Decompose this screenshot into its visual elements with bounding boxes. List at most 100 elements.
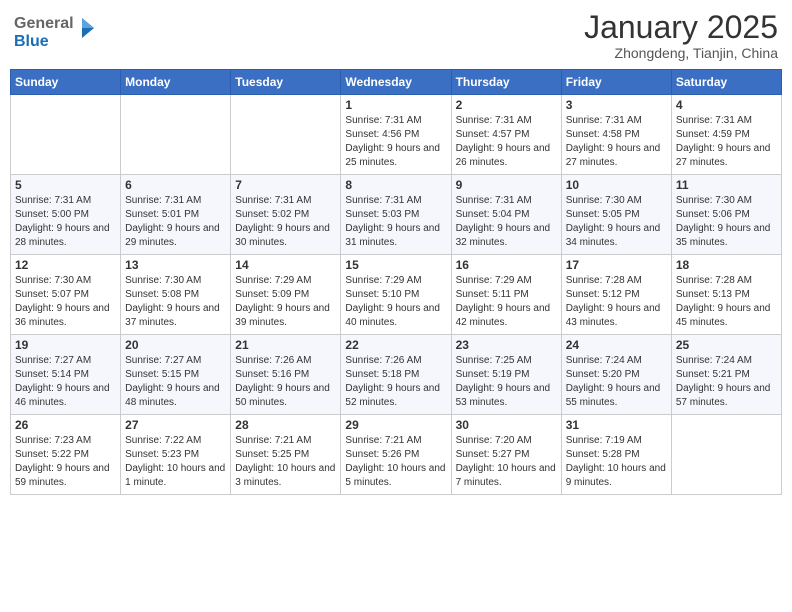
calendar-cell: 8Sunrise: 7:31 AMSunset: 5:03 PMDaylight… (341, 175, 451, 255)
calendar-cell (671, 415, 781, 495)
calendar-week-row: 26 Sunrise: 7:23 AMSunset: 5:22 PMDayligh… (11, 415, 782, 495)
day-info: Sunrise: 7:22 AMSunset: 5:23 PMDaylight:… (125, 434, 226, 490)
day-info: Sunrise: 7:20 AMSunset: 5:27 PMDaylight:… (456, 434, 557, 490)
calendar-cell: 20 Sunrise: 7:27 AMSunset: 5:15 PMDayligh… (121, 335, 231, 415)
calendar-cell: 13 Sunrise: 7:30 AMSunset: 5:08 PMDayligh… (121, 255, 231, 335)
day-info: Sunrise: 7:31 AMSunset: 4:56 PMDaylight:… (345, 114, 446, 170)
day-info: Sunrise: 7:30 AMSunset: 5:06 PMDaylight:… (676, 194, 777, 250)
calendar-cell: 14 Sunrise: 7:29 AMSunset: 5:09 PMDayligh… (231, 255, 341, 335)
day-info: Sunrise: 7:31 AMSunset: 5:03 PMDaylight:… (345, 194, 446, 250)
calendar-cell: 30Sunrise: 7:20 AMSunset: 5:27 PMDayligh… (451, 415, 561, 495)
day-info: Sunrise: 7:29 AMSunset: 5:09 PMDaylight:… (235, 274, 336, 330)
day-info: Sunrise: 7:23 AMSunset: 5:22 PMDaylight:… (15, 434, 116, 490)
month-title: January 2025 (584, 10, 778, 45)
page-header: General Blue January 2025 Zhongdeng, Tia… (10, 10, 782, 61)
calendar-cell: 26 Sunrise: 7:23 AMSunset: 5:22 PMDayligh… (11, 415, 121, 495)
day-number: 29 (345, 418, 446, 432)
calendar-cell: 11 Sunrise: 7:30 AMSunset: 5:06 PMDayligh… (671, 175, 781, 255)
location: Zhongdeng, Tianjin, China (584, 45, 778, 61)
day-info: Sunrise: 7:25 AMSunset: 5:19 PMDaylight:… (456, 354, 557, 410)
calendar-cell: 25 Sunrise: 7:24 AMSunset: 5:21 PMDayligh… (671, 335, 781, 415)
calendar-cell (231, 95, 341, 175)
day-info: Sunrise: 7:30 AMSunset: 5:08 PMDaylight:… (125, 274, 226, 330)
calendar-cell: 31 Sunrise: 7:19 AMSunset: 5:28 PMDayligh… (561, 415, 671, 495)
day-number: 16 (456, 258, 557, 272)
day-number: 13 (125, 258, 226, 272)
logo-text: General Blue (14, 10, 104, 57)
calendar-cell: 19 Sunrise: 7:27 AMSunset: 5:14 PMDayligh… (11, 335, 121, 415)
day-number: 18 (676, 258, 777, 272)
logo: General Blue (14, 10, 104, 57)
calendar-cell: 15Sunrise: 7:29 AMSunset: 5:10 PMDayligh… (341, 255, 451, 335)
calendar-table: Sunday Monday Tuesday Wednesday Thursday… (10, 69, 782, 495)
day-number: 21 (235, 338, 336, 352)
calendar-cell (121, 95, 231, 175)
day-info: Sunrise: 7:31 AMSunset: 5:01 PMDaylight:… (125, 194, 226, 250)
day-number: 25 (676, 338, 777, 352)
day-number: 1 (345, 98, 446, 112)
day-number: 27 (125, 418, 226, 432)
col-friday: Friday (561, 70, 671, 95)
day-number: 19 (15, 338, 116, 352)
calendar-cell: 5 Sunrise: 7:31 AMSunset: 5:00 PMDaylight… (11, 175, 121, 255)
day-number: 20 (125, 338, 226, 352)
svg-text:Blue: Blue (14, 33, 49, 50)
day-info: Sunrise: 7:30 AMSunset: 5:05 PMDaylight:… (566, 194, 667, 250)
calendar-cell: 2 Sunrise: 7:31 AMSunset: 4:57 PMDaylight… (451, 95, 561, 175)
day-number: 14 (235, 258, 336, 272)
day-number: 10 (566, 178, 667, 192)
day-number: 31 (566, 418, 667, 432)
day-info: Sunrise: 7:31 AMSunset: 4:58 PMDaylight:… (566, 114, 667, 170)
calendar-cell: 29 Sunrise: 7:21 AMSunset: 5:26 PMDayligh… (341, 415, 451, 495)
day-info: Sunrise: 7:19 AMSunset: 5:28 PMDaylight:… (566, 434, 667, 490)
day-info: Sunrise: 7:27 AMSunset: 5:14 PMDaylight:… (15, 354, 116, 410)
calendar-cell: 3 Sunrise: 7:31 AMSunset: 4:58 PMDaylight… (561, 95, 671, 175)
calendar-week-row: 12Sunrise: 7:30 AMSunset: 5:07 PMDayligh… (11, 255, 782, 335)
calendar-cell: 24 Sunrise: 7:24 AMSunset: 5:20 PMDayligh… (561, 335, 671, 415)
calendar-cell: 23Sunrise: 7:25 AMSunset: 5:19 PMDayligh… (451, 335, 561, 415)
calendar-cell: 6Sunrise: 7:31 AMSunset: 5:01 PMDaylight… (121, 175, 231, 255)
day-number: 4 (676, 98, 777, 112)
day-info: Sunrise: 7:27 AMSunset: 5:15 PMDaylight:… (125, 354, 226, 410)
calendar-cell: 22 Sunrise: 7:26 AMSunset: 5:18 PMDayligh… (341, 335, 451, 415)
day-number: 26 (15, 418, 116, 432)
calendar-cell: 4 Sunrise: 7:31 AMSunset: 4:59 PMDaylight… (671, 95, 781, 175)
day-info: Sunrise: 7:26 AMSunset: 5:16 PMDaylight:… (235, 354, 336, 410)
calendar-week-row: 5 Sunrise: 7:31 AMSunset: 5:00 PMDaylight… (11, 175, 782, 255)
day-info: Sunrise: 7:31 AMSunset: 4:57 PMDaylight:… (456, 114, 557, 170)
col-tuesday: Tuesday (231, 70, 341, 95)
calendar-cell: 16 Sunrise: 7:29 AMSunset: 5:11 PMDayligh… (451, 255, 561, 335)
calendar-cell: 27 Sunrise: 7:22 AMSunset: 5:23 PMDayligh… (121, 415, 231, 495)
calendar-cell: 9 Sunrise: 7:31 AMSunset: 5:04 PMDaylight… (451, 175, 561, 255)
day-info: Sunrise: 7:24 AMSunset: 5:20 PMDaylight:… (566, 354, 667, 410)
day-info: Sunrise: 7:28 AMSunset: 5:12 PMDaylight:… (566, 274, 667, 330)
day-info: Sunrise: 7:31 AMSunset: 5:00 PMDaylight:… (15, 194, 116, 250)
day-info: Sunrise: 7:24 AMSunset: 5:21 PMDaylight:… (676, 354, 777, 410)
col-saturday: Saturday (671, 70, 781, 95)
day-info: Sunrise: 7:29 AMSunset: 5:11 PMDaylight:… (456, 274, 557, 330)
day-number: 22 (345, 338, 446, 352)
calendar-week-row: 1 Sunrise: 7:31 AMSunset: 4:56 PMDaylight… (11, 95, 782, 175)
day-number: 7 (235, 178, 336, 192)
day-info: Sunrise: 7:31 AMSunset: 5:04 PMDaylight:… (456, 194, 557, 250)
col-monday: Monday (121, 70, 231, 95)
calendar-cell: 10 Sunrise: 7:30 AMSunset: 5:05 PMDayligh… (561, 175, 671, 255)
day-info: Sunrise: 7:26 AMSunset: 5:18 PMDaylight:… (345, 354, 446, 410)
day-number: 9 (456, 178, 557, 192)
day-info: Sunrise: 7:21 AMSunset: 5:26 PMDaylight:… (345, 434, 446, 490)
day-number: 11 (676, 178, 777, 192)
col-sunday: Sunday (11, 70, 121, 95)
day-number: 3 (566, 98, 667, 112)
day-info: Sunrise: 7:31 AMSunset: 4:59 PMDaylight:… (676, 114, 777, 170)
day-number: 5 (15, 178, 116, 192)
calendar-cell: 17Sunrise: 7:28 AMSunset: 5:12 PMDayligh… (561, 255, 671, 335)
calendar-cell: 12Sunrise: 7:30 AMSunset: 5:07 PMDayligh… (11, 255, 121, 335)
day-number: 2 (456, 98, 557, 112)
day-number: 24 (566, 338, 667, 352)
calendar-cell: 28Sunrise: 7:21 AMSunset: 5:25 PMDayligh… (231, 415, 341, 495)
calendar-cell: 1 Sunrise: 7:31 AMSunset: 4:56 PMDaylight… (341, 95, 451, 175)
col-thursday: Thursday (451, 70, 561, 95)
calendar-cell: 18Sunrise: 7:28 AMSunset: 5:13 PMDayligh… (671, 255, 781, 335)
day-info: Sunrise: 7:29 AMSunset: 5:10 PMDaylight:… (345, 274, 446, 330)
title-block: January 2025 Zhongdeng, Tianjin, China (584, 10, 778, 61)
